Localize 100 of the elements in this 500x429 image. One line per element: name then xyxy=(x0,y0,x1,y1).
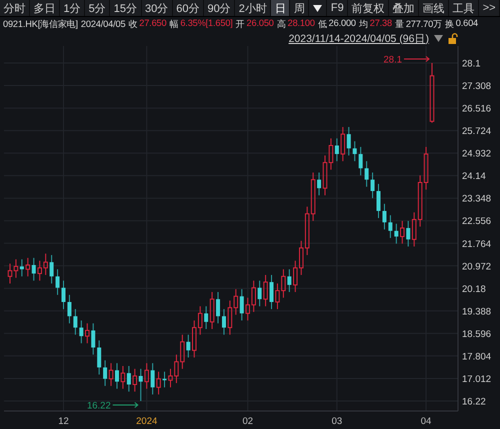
candlestick xyxy=(108,362,114,386)
toolbar-button[interactable]: 前复权 xyxy=(348,0,390,16)
candlestick xyxy=(263,274,268,307)
field-value: 277.70万 xyxy=(406,18,442,30)
period-tab[interactable]: 5分 xyxy=(85,0,110,16)
toolbar-button[interactable]: 叠加 xyxy=(389,0,420,16)
price-axis-label: 26.516 xyxy=(462,104,492,115)
price-axis-label: 18.596 xyxy=(462,328,492,340)
period-tab[interactable]: 60分 xyxy=(172,0,204,16)
field-label: 低 xyxy=(318,18,327,30)
candlestick xyxy=(340,126,346,162)
stock-symbol: 0921.HK[海信家电] xyxy=(3,18,78,30)
candlestick xyxy=(370,172,375,199)
date-axis-label: 03 xyxy=(332,416,342,427)
candlestick xyxy=(400,220,405,244)
candlestick xyxy=(97,340,102,376)
toolbar-button[interactable]: 画线 xyxy=(419,0,450,16)
candlestick xyxy=(364,160,369,188)
toolbar-button[interactable]: >> xyxy=(479,0,500,16)
candlestick xyxy=(61,280,66,310)
candlestick xyxy=(317,172,322,196)
candlestick xyxy=(50,254,54,284)
price-axis-label: 23.348 xyxy=(462,194,492,205)
candlestick xyxy=(346,126,351,156)
period-tab[interactable]: 多日 xyxy=(30,0,60,16)
toolbar-button[interactable]: 工具 xyxy=(449,0,480,16)
candlestick xyxy=(114,362,119,390)
price-axis-label: 21.764 xyxy=(462,238,492,250)
price-axis-label: 28.1 xyxy=(462,58,480,70)
price-axis-label: 19.388 xyxy=(462,306,492,318)
field-value: 28.100 xyxy=(288,18,315,30)
price-axis-label: 17.804 xyxy=(462,351,492,362)
candlestick xyxy=(103,360,108,386)
leader-arrow xyxy=(112,402,139,408)
candlestick xyxy=(394,223,398,244)
candlestick xyxy=(73,308,78,336)
candlestick xyxy=(156,371,161,395)
field-value: 27.650 xyxy=(139,18,166,30)
period-tab[interactable]: 分时 xyxy=(0,0,30,16)
field-value: 26.000 xyxy=(328,18,356,30)
field-value: 0.604 xyxy=(456,18,478,30)
field-label: 幅 xyxy=(169,18,178,30)
candlestick xyxy=(186,334,190,358)
quote-date: 2024/04/05 xyxy=(80,19,126,29)
price-axis-label: 22.556 xyxy=(462,216,492,228)
candlestick xyxy=(79,320,84,344)
field-value: 27.38 xyxy=(370,18,392,30)
candlestick xyxy=(358,146,363,176)
field-label: 量 xyxy=(394,18,404,30)
candlestick xyxy=(56,268,60,296)
period-tab[interactable]: 30分 xyxy=(142,0,173,16)
field-label: 开 xyxy=(236,18,245,30)
toolbar-button[interactable]: F9 xyxy=(327,0,348,16)
price-axis-label: 27.308 xyxy=(462,81,492,92)
candlestick xyxy=(258,280,262,307)
candlestick xyxy=(120,366,126,390)
period-tab[interactable]: 日 xyxy=(271,0,290,16)
price-axis-label: 25.724 xyxy=(462,126,492,138)
high-price-label: 28.1 xyxy=(384,54,402,66)
price-axis-label: 20.972 xyxy=(462,261,492,272)
period-tab[interactable]: 周 xyxy=(290,0,310,16)
candlestick xyxy=(138,368,143,402)
candlestick xyxy=(150,362,155,395)
candlestick xyxy=(204,306,208,330)
date-axis-label: 04 xyxy=(420,416,432,427)
field-label: 高 xyxy=(276,18,286,30)
candlestick xyxy=(126,366,131,392)
candlestick xyxy=(382,203,386,230)
unlock-icon[interactable] xyxy=(448,33,458,44)
period-tab[interactable]: 90分 xyxy=(204,0,236,16)
candlestick xyxy=(20,258,24,277)
field-value: 6.35%[1.650] xyxy=(180,18,233,30)
price-axis-label: 17.012 xyxy=(462,374,492,385)
price-axis-label: 24.14 xyxy=(462,171,486,182)
candlestick xyxy=(376,183,381,219)
period-tab[interactable]: 15分 xyxy=(110,0,142,16)
field-label: 均 xyxy=(358,18,368,30)
candlestick xyxy=(144,362,149,390)
candlestick xyxy=(222,308,226,336)
period-tab[interactable]: 1分 xyxy=(60,0,86,16)
leader-arrow xyxy=(404,56,430,62)
candlestick xyxy=(132,368,138,392)
field-label: 收 xyxy=(128,18,138,30)
date-range-link[interactable]: 2023/11/14-2024/04/05 (96日) xyxy=(288,32,429,46)
candlestick xyxy=(32,257,36,282)
candlestick xyxy=(334,138,339,162)
date-axis-label: 2024 xyxy=(136,416,158,427)
candlestick xyxy=(270,274,274,310)
field-value: 26.050 xyxy=(246,18,274,30)
low-price-label: 16.22 xyxy=(86,400,111,412)
candlestick xyxy=(240,288,244,321)
candlestick xyxy=(91,322,96,356)
candlestick xyxy=(352,140,357,162)
candlestick xyxy=(85,322,90,344)
candlestick xyxy=(388,214,392,238)
price-axis-label: 24.932 xyxy=(462,148,492,160)
date-axis-label: 12 xyxy=(58,416,69,427)
field-label: 换 xyxy=(444,18,454,30)
date-axis-label: 02 xyxy=(242,416,254,427)
caret-icon[interactable] xyxy=(313,4,322,12)
